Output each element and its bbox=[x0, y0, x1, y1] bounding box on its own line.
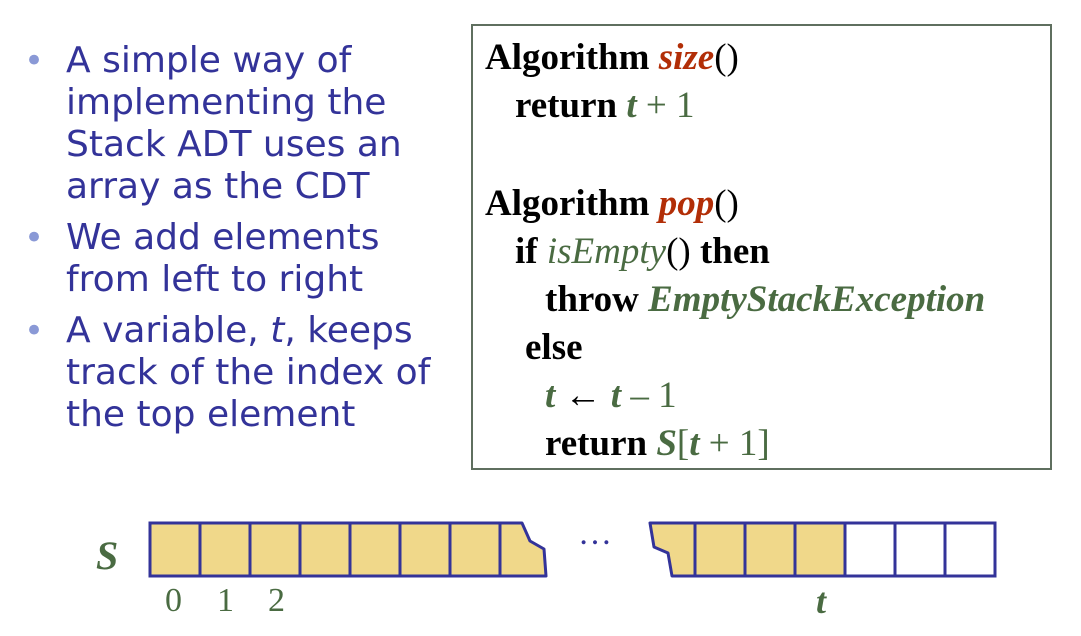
array-cell-filled bbox=[793, 521, 847, 578]
array-cell-empty bbox=[893, 521, 947, 578]
array-cell-filled bbox=[693, 521, 747, 578]
array-cell-filled bbox=[743, 521, 797, 578]
array-cell-torn-right bbox=[648, 521, 697, 578]
array-cell-filled bbox=[198, 521, 252, 578]
array-cell-torn-left bbox=[498, 521, 548, 578]
array-cell-filled bbox=[348, 521, 402, 578]
index-label-0: 0 bbox=[165, 582, 182, 619]
array-cell-filled bbox=[248, 521, 302, 578]
index-label-t: t bbox=[816, 581, 827, 621]
ellipsis: … bbox=[578, 515, 614, 552]
index-label-1: 1 bbox=[217, 582, 234, 619]
array-cell-filled bbox=[448, 521, 502, 578]
array-cell-filled bbox=[398, 521, 452, 578]
index-label-2: 2 bbox=[268, 582, 285, 619]
array-cell-empty bbox=[843, 521, 897, 578]
array-cell-filled bbox=[298, 521, 352, 578]
array-cell-filled bbox=[148, 521, 202, 578]
array-cell-empty bbox=[943, 521, 997, 578]
array-diagram bbox=[148, 521, 997, 578]
